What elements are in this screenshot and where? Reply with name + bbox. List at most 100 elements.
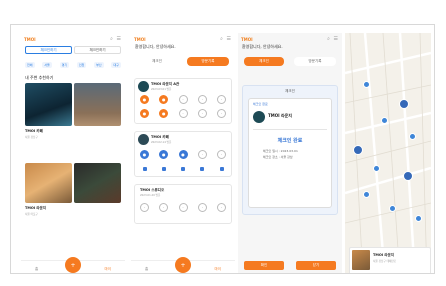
stamp-square — [200, 166, 205, 171]
chip[interactable]: 전체 — [25, 62, 35, 68]
section-title: 내 주변 추천하기 — [25, 75, 54, 80]
stamp-dot: ● — [159, 150, 169, 159]
seg-history[interactable]: 방문기록 — [294, 57, 336, 66]
item-subtitle: 서울 강남구 — [25, 136, 38, 139]
place-thumbnail[interactable] — [74, 163, 121, 203]
stamp-square — [161, 166, 166, 171]
map-pin[interactable] — [389, 205, 396, 212]
header-icons[interactable]: ⌕ ☰ — [110, 36, 122, 42]
venue-avatar — [253, 111, 265, 123]
stamp-dot: ● — [178, 150, 188, 159]
modal-venue: TMOI 라운지 — [268, 113, 293, 118]
stamp-dot: · — [197, 150, 207, 159]
screen-checkin-list: TMOI ⌕ ☰ 환영합니다, 안녕하세요. 체크인 방문기록 TMOI 라운지… — [131, 33, 235, 273]
stamp-dot: · — [159, 203, 169, 212]
map-pin[interactable] — [415, 215, 422, 222]
stamp-dot: ● — [159, 109, 169, 118]
seg-history[interactable]: 방문기록 — [187, 57, 229, 66]
header-icons[interactable]: ⌕ ☰ — [220, 36, 232, 42]
brand-logo: TMOI — [241, 36, 253, 42]
stamp-dot: · — [140, 203, 149, 212]
item-title: TMOI 카페 — [25, 129, 43, 133]
seg-checkin[interactable]: 체크인 — [244, 57, 284, 66]
seg-checkin[interactable]: 체크인 — [137, 57, 177, 66]
stamp-row: ● ● · · · — [140, 109, 226, 118]
stamp-dot: · — [178, 109, 188, 118]
map-pin[interactable] — [409, 133, 416, 140]
venue-avatar — [138, 134, 149, 145]
screen-map: TMOI 라운지 서울 강남구 테헤란로 — [345, 33, 431, 273]
region-chips: 전체 서울 경기 인천 부산 대구 — [25, 62, 121, 68]
app-showcase: TMOI ⌕ ☰ 체크인하기 체크인하기 전체 서울 경기 인천 부산 대구 내… — [10, 24, 435, 274]
item-title: TMOI 라운지 — [25, 206, 47, 210]
modal-line: 체크인 장소 : 서울 강남 — [263, 155, 293, 159]
place-thumbnail[interactable] — [74, 83, 121, 126]
stamp-row: ● ● ● · · — [140, 150, 226, 159]
map-pin[interactable] — [363, 81, 370, 88]
item-subtitle: 서울 마포구 — [25, 213, 38, 216]
brand-logo: TMOI — [24, 36, 36, 42]
map-pin[interactable] — [363, 191, 370, 198]
chip[interactable]: 부산 — [94, 62, 104, 68]
status-bar: TMOI ⌕ ☰ — [134, 36, 232, 42]
header-icons[interactable]: ⌕ ☰ — [327, 36, 339, 42]
close-button[interactable]: 닫기 — [296, 261, 336, 270]
visit-card[interactable]: TMOI 카페 2023.02.14 방문 ● ● ● · · — [134, 131, 232, 177]
checkin-fab[interactable]: + — [175, 257, 191, 273]
modal-header: 체크인 — [285, 89, 295, 93]
stamp-dot: ● — [140, 109, 149, 118]
stamp-square — [181, 166, 185, 171]
place-thumbnail[interactable] — [25, 163, 72, 203]
stamp-row: · · · · · — [140, 203, 226, 212]
card-subtitle: 2023.02.14 방문 — [151, 141, 172, 144]
tab-bar: 체크인하기 체크인하기 — [25, 46, 121, 54]
tab-checkin[interactable]: 체크인하기 — [25, 46, 72, 54]
stamp-dot: ● — [140, 150, 149, 159]
map-pin[interactable] — [353, 145, 363, 155]
map-pin[interactable] — [381, 117, 388, 124]
map-pin-selected[interactable] — [399, 99, 409, 109]
nav-home[interactable]: 홈 — [35, 267, 38, 272]
visit-card[interactable]: TMOI 라운지 A관 2023.03.01 방문 ● ● · · · ● ● … — [134, 78, 232, 124]
place-thumbnail[interactable] — [25, 83, 72, 126]
nav-my[interactable]: 마이 — [215, 267, 221, 272]
divider — [253, 129, 327, 130]
status-bar: TMOI ⌕ ☰ — [241, 36, 339, 42]
visit-card[interactable]: TMOI 스튜디오 2023.01.20 방문 · · · · · — [134, 184, 232, 224]
chip[interactable]: 인천 — [76, 62, 87, 68]
tab-history[interactable]: 체크인하기 — [74, 46, 121, 54]
checkin-fab[interactable]: + — [65, 257, 81, 273]
stamp-dot: ● — [159, 95, 169, 104]
stamp-dot: · — [217, 150, 226, 159]
greeting: 환영합니다, 안녕하세요. — [242, 44, 283, 49]
place-subtitle: 서울 강남구 테헤란로 — [373, 260, 397, 263]
stamp-square — [142, 166, 147, 171]
place-photo — [352, 250, 370, 270]
status-bar: TMOI ⌕ ☰ — [24, 36, 122, 42]
brand-logo: TMOI — [134, 36, 146, 42]
nav-my[interactable]: 마이 — [105, 267, 111, 272]
map-pin[interactable] — [373, 165, 380, 172]
stamp-dot: · — [197, 95, 207, 104]
stamp-square — [219, 166, 224, 171]
nav-home[interactable]: 홈 — [145, 267, 148, 272]
chip[interactable]: 경기 — [59, 62, 70, 68]
stamp-dot: · — [178, 95, 188, 104]
modal-status: 체크인 완료 — [277, 138, 303, 144]
stamp-dot: · — [197, 203, 207, 212]
stamp-dot: · — [197, 109, 207, 118]
screen-home: TMOI ⌕ ☰ 체크인하기 체크인하기 전체 서울 경기 인천 부산 대구 내… — [21, 33, 125, 273]
chip[interactable]: 대구 — [111, 62, 121, 68]
modal-label: 체크인 완료 — [253, 102, 268, 106]
card-subtitle: 2023.03.01 방문 — [151, 88, 172, 91]
place-sheet[interactable]: TMOI 라운지 서울 강남구 테헤란로 — [349, 247, 431, 273]
stamp-dot: · — [217, 95, 226, 104]
confirm-button[interactable]: 확인 — [244, 261, 284, 270]
checkin-modal: 체크인 체크인 완료 TMOI 라운지 체크인 완료 체크인 일시 : 2023… — [242, 85, 338, 215]
chip[interactable]: 서울 — [42, 62, 52, 68]
screen-checkin-modal: TMOI ⌕ ☰ 환영합니다, 안녕하세요. 체크인 방문기록 체크인 체크인 … — [238, 33, 342, 273]
stamp-dot: · — [217, 203, 226, 212]
map-pin[interactable] — [403, 171, 413, 181]
venue-avatar — [138, 81, 149, 92]
stamp-dot: ● — [140, 95, 149, 104]
